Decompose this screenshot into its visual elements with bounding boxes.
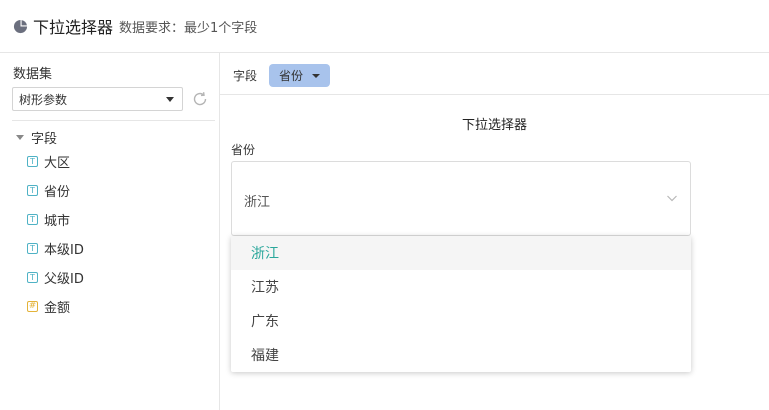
left-panel: 数据集 树形参数 字段 T 大区 T 省份 T 城市 T 本级ID T 父级ID… <box>0 53 220 410</box>
field-item[interactable]: T 省份 <box>27 180 70 200</box>
caret-down-icon <box>166 96 174 102</box>
triangle-down-icon <box>16 135 24 140</box>
dataset-label: 数据集 <box>13 67 53 82</box>
data-requirement-text: 数据要求：最少1个字段 <box>119 20 258 36</box>
widget-title: 下拉选择器 <box>461 118 527 133</box>
text-field-icon: T <box>27 155 38 167</box>
field-item[interactable]: T 大区 <box>27 151 70 171</box>
text-field-icon: T <box>27 184 38 196</box>
caret-down-icon <box>312 73 321 78</box>
field-chip[interactable]: 省份 <box>269 64 330 87</box>
refresh-icon[interactable] <box>191 90 209 108</box>
chevron-down-icon <box>667 195 677 202</box>
field-label: 金额 <box>44 300 71 316</box>
field-label: 大区 <box>44 155 71 171</box>
field-drop-bar: 字段 省份 <box>220 53 769 95</box>
field-label: 父级ID <box>44 271 84 287</box>
field-item[interactable]: T 本级ID <box>27 238 84 258</box>
text-field-icon: T <box>27 271 38 283</box>
dropdown-option[interactable]: 浙江 <box>231 236 691 270</box>
text-field-icon: T <box>27 242 38 254</box>
top-header: 下拉选择器 数据要求：最少1个字段 <box>0 0 769 53</box>
field-item[interactable]: T 父级ID <box>27 267 84 287</box>
page-title: 下拉选择器 <box>33 18 114 37</box>
tree-root-fields[interactable]: 字段 <box>16 128 57 147</box>
dropdown-option[interactable]: 江苏 <box>231 270 691 304</box>
pie-chart-icon <box>13 19 28 33</box>
dropdown-option[interactable]: 福建 <box>231 338 691 372</box>
dataset-select-value: 树形参数 <box>19 92 68 107</box>
dropdown-option[interactable]: 广东 <box>231 304 691 338</box>
field-chip-label: 省份 <box>279 69 304 83</box>
text-field-icon: T <box>27 213 38 225</box>
dropdown-selected-value: 浙江 <box>244 195 271 210</box>
field-item[interactable]: # 金额 <box>27 296 70 316</box>
field-label: 城市 <box>44 213 71 229</box>
dropdown-menu: 浙江 江苏 广东 福建 <box>231 236 691 372</box>
right-panel: 字段 省份 下拉选择器 省份 浙江 浙江 江苏 广东 福建 <box>220 53 769 410</box>
widget-field-label: 省份 <box>231 143 256 157</box>
dataset-select[interactable]: 树形参数 <box>12 87 183 111</box>
field-label: 省份 <box>44 184 71 200</box>
tree-root-label: 字段 <box>31 132 58 147</box>
number-field-icon: # <box>27 300 38 312</box>
dropdown-select[interactable]: 浙江 <box>231 161 691 236</box>
field-item[interactable]: T 城市 <box>27 209 70 229</box>
field-label: 本级ID <box>44 242 84 258</box>
field-bar-label: 字段 <box>233 69 258 83</box>
divider <box>12 120 215 121</box>
